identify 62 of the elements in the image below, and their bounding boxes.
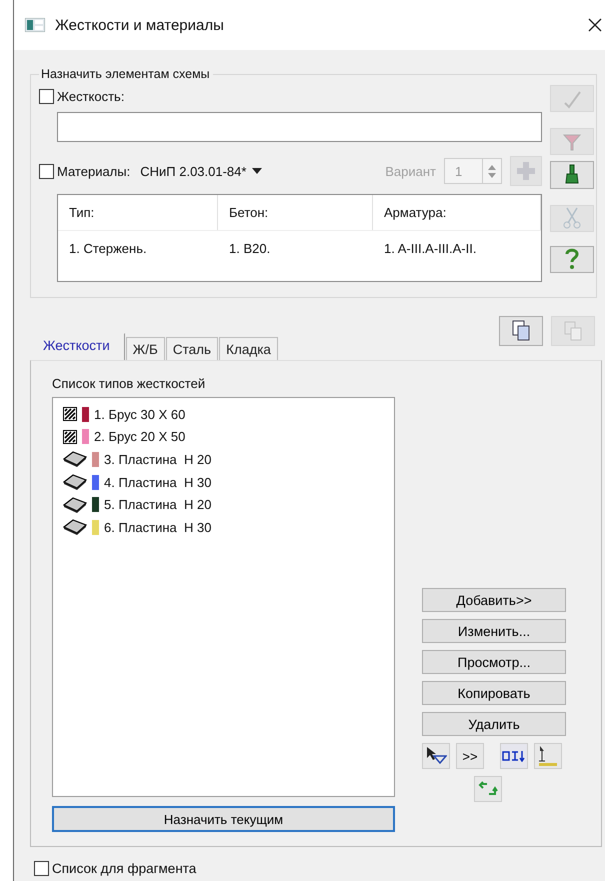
list-item[interactable]: 1. Брус 30 X 60 xyxy=(94,406,186,422)
swap-arrows-icon xyxy=(478,781,498,797)
brush-button[interactable] xyxy=(550,161,594,189)
expand-button[interactable]: >> xyxy=(456,743,484,769)
list-item[interactable]: 5. Пластина Н 20 xyxy=(104,497,212,512)
variant-label: Вариант xyxy=(385,164,436,178)
action-button[interactable]: Просмотр... xyxy=(422,650,566,674)
help-icon xyxy=(565,248,579,270)
list-item[interactable]: 4. Пластина Н 30 xyxy=(104,474,212,490)
fragment-checkbox[interactable] xyxy=(34,861,49,876)
list-item[interactable]: 2. Брус 20 X 50 xyxy=(94,429,186,444)
close-icon[interactable] xyxy=(588,18,602,32)
plate-icon xyxy=(63,474,87,490)
norm-dropdown[interactable]: СНиП 2.03.01-84* xyxy=(140,164,262,178)
columns-icon xyxy=(502,750,526,762)
columns-button[interactable] xyxy=(500,743,528,769)
app-icon xyxy=(25,18,45,32)
group-legend: Назначить элементам схемы xyxy=(39,67,213,81)
stiffness-field[interactable] xyxy=(57,112,542,142)
paste-icon xyxy=(563,320,583,342)
axis-button[interactable] xyxy=(534,743,562,769)
check-icon xyxy=(562,88,582,109)
pointer-filter-icon xyxy=(425,746,447,766)
copy-icon xyxy=(511,320,531,342)
checkbox-label: Список для фрагмента xyxy=(52,861,196,876)
assign-current-button[interactable]: Назначить текущим xyxy=(52,806,395,832)
swap-button[interactable] xyxy=(474,776,502,802)
materials-checkbox[interactable] xyxy=(39,164,54,178)
column-header: Тип: xyxy=(58,195,218,230)
plate-icon xyxy=(63,519,87,536)
table-cell-text: 1. Стержень. xyxy=(68,241,148,256)
window-title: Жесткости и материалы xyxy=(55,16,224,34)
hatched-square-icon xyxy=(63,407,77,422)
list-item[interactable]: 6. Пластина Н 30 xyxy=(104,520,212,535)
filter-icon xyxy=(562,132,582,152)
hatched-square-icon xyxy=(63,430,77,444)
caret-icon xyxy=(252,168,262,174)
plate-icon xyxy=(63,451,87,468)
tab[interactable]: Сталь xyxy=(166,337,218,360)
action-button[interactable]: Удалить xyxy=(422,712,566,736)
tab[interactable]: Кладка xyxy=(219,337,278,360)
list-label: Список типов жесткостей xyxy=(52,376,206,391)
copy-button[interactable] xyxy=(499,316,543,346)
stiffness-list[interactable]: 1. Брус 30 X 60 2. Брус 20 X 50 3. Пластина Н 20 4. Пластина Н 30 5. Пластина Н 20 6. Пластина Н 30 xyxy=(52,397,395,797)
pointer-filter-button[interactable] xyxy=(422,743,450,769)
list-item[interactable]: 3. Пластина Н 20 xyxy=(104,452,212,467)
table-cell-text: 1. B20. xyxy=(228,241,272,256)
column-header: Бетон: xyxy=(218,195,373,230)
plate-icon xyxy=(63,496,87,513)
scissors-icon xyxy=(562,207,582,230)
column-header: Арматура: xyxy=(373,195,541,230)
action-button[interactable]: Изменить... xyxy=(422,619,566,643)
action-button[interactable]: Добавить>> xyxy=(422,588,566,612)
checkbox-label: Жесткость: xyxy=(57,89,124,104)
tab[interactable]: Ж/Б xyxy=(126,337,165,360)
help-button[interactable] xyxy=(550,246,594,274)
stiffness-checkbox[interactable] xyxy=(39,89,54,104)
checkbox-label: Материалы: xyxy=(57,164,130,178)
plus-icon xyxy=(516,161,536,181)
axis-icon xyxy=(537,745,559,767)
action-button[interactable]: Копировать xyxy=(422,681,566,705)
table-cell-text: 1. A-III.A-III.A-II. xyxy=(383,241,478,256)
